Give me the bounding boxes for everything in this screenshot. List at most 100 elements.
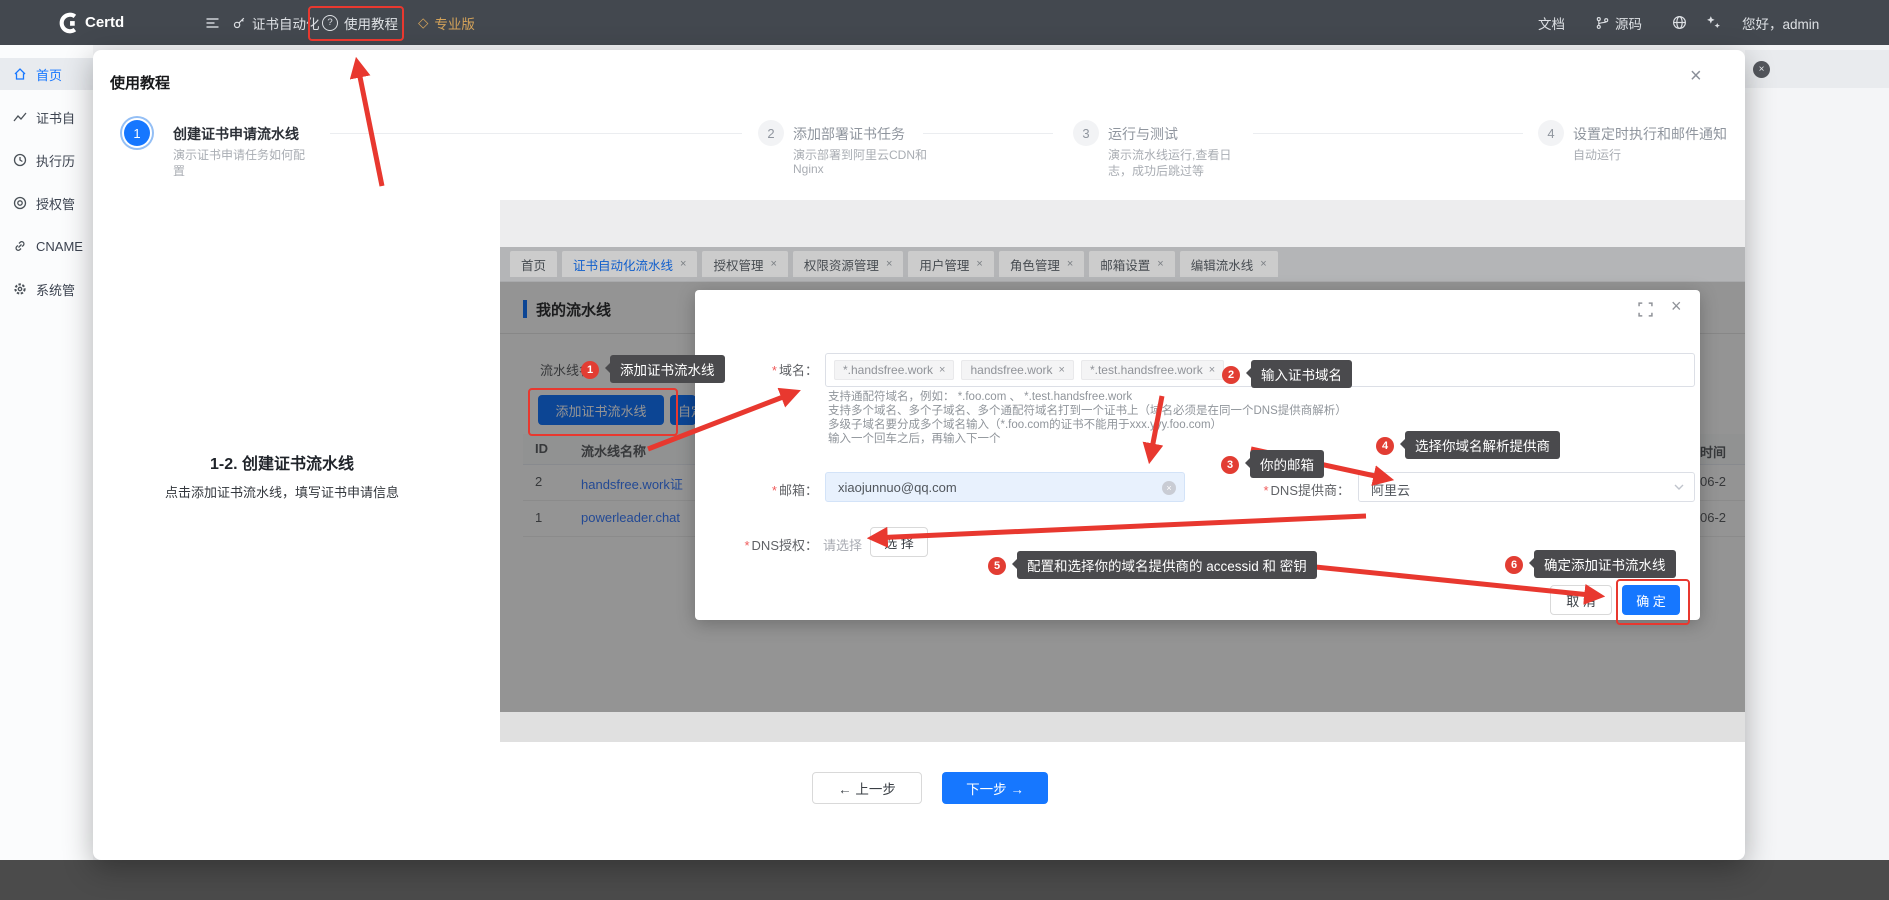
next-step-button[interactable]: 下一步 → [942,772,1048,804]
required-marker: * [744,538,749,553]
gear-icon [13,282,27,296]
dns-provider-label: *DNS提供商： [1200,480,1350,499]
embedded-screenshot: 首页 证书自动化流水线× 授权管理× 权限资源管理× 用户管理× 角色管理× 邮… [500,200,1745,742]
domain-tag: handsfree.work× [961,360,1073,380]
sidebar-item-home[interactable]: 首页 [0,58,93,90]
diamond-icon: ◇ [418,15,428,31]
key-icon [232,16,246,30]
user-greeting[interactable]: 您好，admin [1742,0,1889,45]
nav-label: 专业版 [434,13,475,33]
step-connector [330,133,742,134]
domain-tag: *.handsfree.work× [834,360,954,380]
dns-provider-select[interactable]: 阿里云 [1358,472,1695,502]
theme-sparkles-icon[interactable] [1706,0,1721,45]
fullscreen-icon[interactable] [1638,302,1653,317]
nav-label: 源码 [1615,13,1642,33]
step-indicator-3: 3 [1073,120,1099,146]
step-title-4: 设置定时执行和邮件通知 [1573,124,1727,144]
step-desc: 自动运行 [1573,146,1621,163]
clear-input-icon[interactable]: × [1162,481,1176,495]
domain-hint: 输入一个回车之后，再输入下一个 [828,432,1001,446]
brand-name: Certd [85,14,124,31]
sidebar-label: 系统管 [36,280,75,299]
step-title-2: 添加部署证书任务 [793,124,905,144]
choose-auth-button[interactable]: 选 择 [870,527,928,557]
cancel-button[interactable]: 取 消 [1550,585,1612,615]
language-globe-icon[interactable] [1672,0,1687,45]
prev-step-button[interactable]: ← 上一步 [812,772,922,804]
tag-close-icon[interactable]: × [1059,364,1065,376]
background-content-strip [1745,88,1889,860]
tag-close-icon[interactable]: × [939,364,945,376]
clock-icon [13,153,27,167]
line-chart-icon [13,110,27,124]
sidebar-item-cname[interactable]: CNAME [0,230,93,262]
dim-overlay [500,247,1745,282]
left-sidebar: 首页 证书自 执行历 授权管 CNAME 系统管 [0,45,93,860]
brand-logo[interactable]: Certd [57,0,124,45]
chevron-down-icon [1674,484,1684,491]
sidebar-collapse-button[interactable] [205,0,220,45]
tag-close-icon[interactable]: × [1209,364,1215,376]
sidebar-item-system[interactable]: 系统管 [0,273,93,305]
modal-title: 使用教程 [110,72,170,93]
sidebar-item-history[interactable]: 执行历 [0,144,93,176]
email-field-label: *邮箱： [705,480,818,499]
sidebar-item-authorization[interactable]: 授权管 [0,187,93,219]
step-connector [923,133,1053,134]
dns-auth-placeholder: 请选择 [823,535,862,554]
step-title-3: 运行与测试 [1108,124,1178,144]
sidebar-label: CNAME [36,239,83,254]
dialog-close-icon[interactable]: × [1671,296,1682,317]
email-value: xiaojunnuo@qq.com [838,480,957,495]
sidebar-label: 执行历 [36,151,75,170]
step-connector [1253,133,1523,134]
greeting-text: 您好，admin [1742,13,1819,33]
nav-item-tutorial[interactable]: ? 使用教程 [322,0,398,45]
top-navbar: Certd 证书自动化 ? 使用教程 ◇ 专业版 文档 源码 [0,0,1889,45]
git-branch-icon [1596,16,1609,30]
embedded-footer-band [500,712,1745,742]
tutorial-note-desc: 点击添加证书流水线，填写证书申请信息 [122,482,442,501]
nav-item-docs[interactable]: 文档 [1538,0,1565,45]
sidebar-item-cert-automation[interactable]: 证书自 [0,101,93,133]
step-desc: 演示流水线运行,查看日 [1108,146,1231,163]
domain-tag: *.test.handsfree.work× [1081,360,1224,380]
add-pipeline-dialog: × *域名： *.handsfree.work× handsfree.work×… [695,290,1700,620]
step-indicator-2: 2 [758,120,784,146]
home-icon [13,67,27,81]
required-marker: * [1263,483,1268,498]
tutorial-modal: 使用教程 × 1 创建证书申请流水线 演示证书申请任务如何配 置 2 添加部署证… [93,50,1745,860]
step-desc: 置 [173,162,185,179]
step-desc: Nginx [793,162,824,176]
tutorial-note-title: 1-2. 创建证书流水线 [122,450,442,474]
nav-item-pro-version[interactable]: ◇ 专业版 [418,0,475,45]
question-circle-icon: ? [322,15,338,31]
certd-logo-icon [57,12,79,34]
target-icon [13,196,27,210]
app-root: Certd 证书自动化 ? 使用教程 ◇ 专业版 文档 源码 [0,0,1889,900]
nav-label: 使用教程 [344,13,398,33]
required-marker: * [772,363,777,378]
domain-tags-input[interactable]: *.handsfree.work× handsfree.work× *.test… [825,353,1695,387]
link-icon [13,239,27,253]
ok-button[interactable]: 确 定 [1622,585,1680,615]
step-desc: 演示部署到阿里云CDN和 [793,146,927,163]
step-indicator-1: 1 [124,120,150,146]
dns-auth-label: *DNS授权： [705,535,818,554]
page-bottom-strip [0,860,1889,900]
domain-hint: 支持通配符域名，例如： *.foo.com 、 *.test.handsfree… [828,390,1132,404]
background-tab-close-button[interactable]: × [1753,61,1770,78]
domain-hint: 多级子域名要分成多个域名输入（*.foo.com的证书不能用于xxx.yyy.f… [828,418,1222,432]
embedded-app-header [500,200,1745,247]
modal-close-icon[interactable]: × [1690,66,1702,86]
step-desc: 志，成功后跳过等 [1108,162,1204,179]
email-input[interactable]: xiaojunnuo@qq.com × [825,472,1185,502]
nav-label: 文档 [1538,13,1565,33]
nav-item-cert-automation[interactable]: 证书自动化 [232,0,320,45]
dns-provider-value: 阿里云 [1371,480,1410,499]
domain-hint: 支持多个域名、多个子域名、多个通配符域名打到一个证书上（域名必须是在同一个DNS… [828,404,1347,418]
nav-label: 证书自动化 [252,13,320,33]
nav-item-source-code[interactable]: 源码 [1596,0,1642,45]
sidebar-label: 首页 [36,65,62,84]
